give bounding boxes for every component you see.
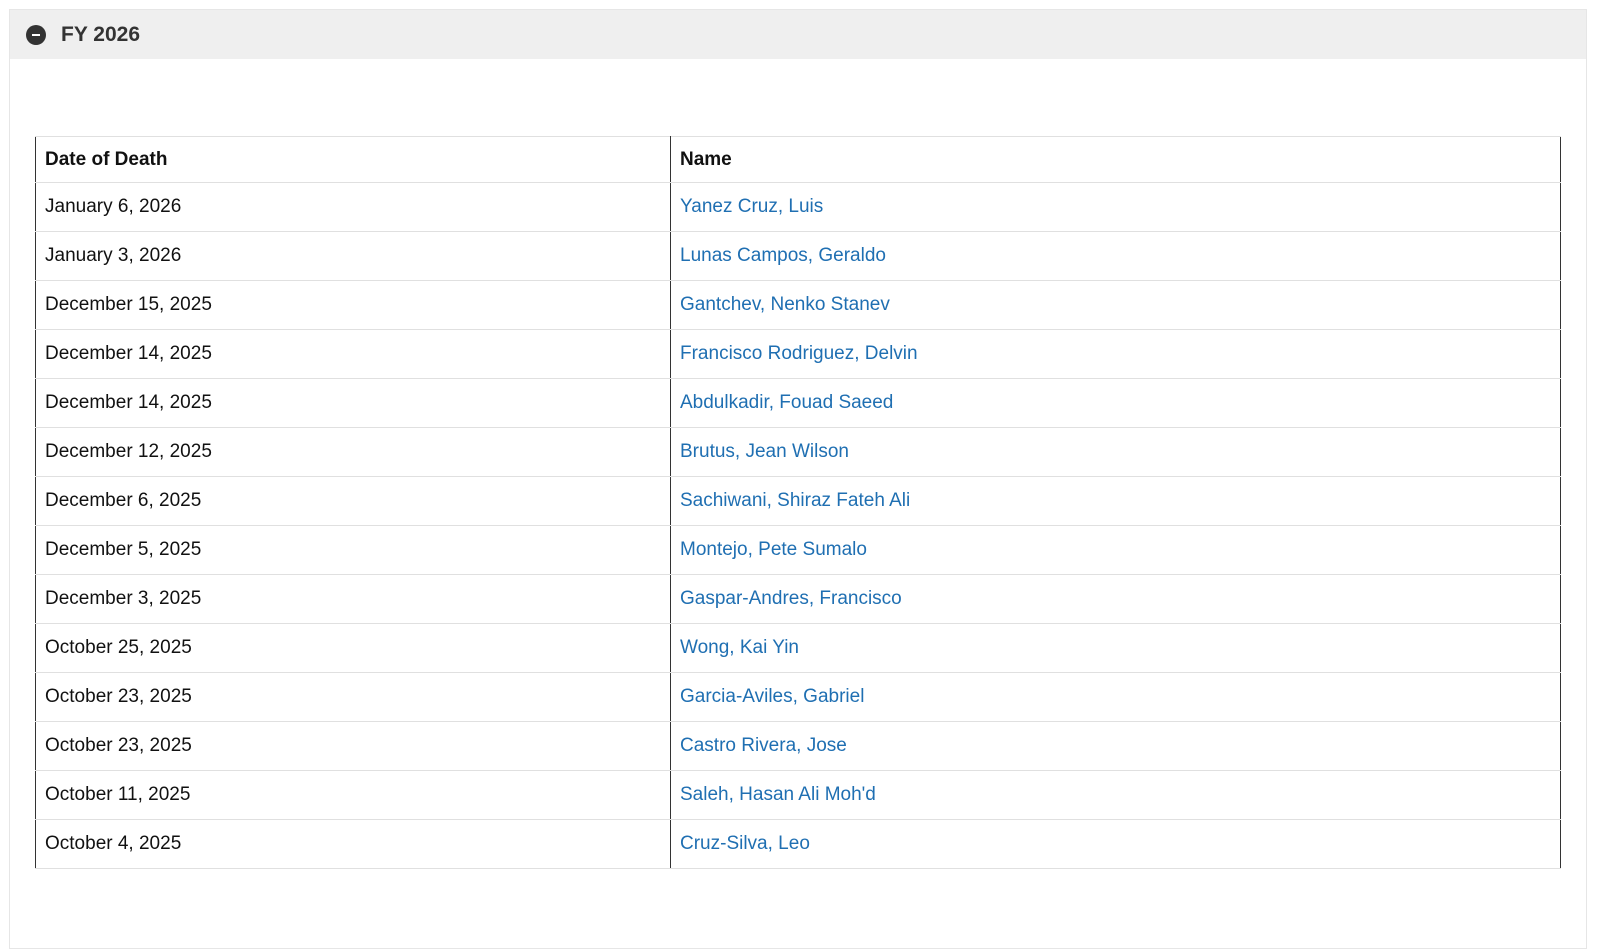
name-cell: Lunas Campos, Geraldo — [670, 231, 1561, 281]
column-header-date: Date of Death — [35, 136, 671, 183]
date-of-death-cell: October 23, 2025 — [35, 721, 671, 771]
table-row: October 4, 2025 Cruz-Silva, Leo — [35, 819, 1561, 869]
date-of-death-cell: December 14, 2025 — [35, 329, 671, 379]
date-of-death-cell: October 11, 2025 — [35, 770, 671, 820]
detainee-name-link[interactable]: Castro Rivera, Jose — [680, 735, 847, 756]
accordion-header-fy-2026[interactable]: FY 2026 — [10, 10, 1586, 59]
date-of-death-cell: October 4, 2025 — [35, 819, 671, 869]
name-cell: Wong, Kai Yin — [670, 623, 1561, 673]
date-of-death-cell: December 12, 2025 — [35, 427, 671, 477]
name-cell: Castro Rivera, Jose — [670, 721, 1561, 771]
table-row: October 23, 2025 Garcia-Aviles, Gabriel — [35, 672, 1561, 722]
detainee-name-link[interactable]: Abdulkadir, Fouad Saeed — [680, 392, 893, 413]
table-header-row: Date of Death Name — [35, 136, 1561, 183]
name-cell: Brutus, Jean Wilson — [670, 427, 1561, 477]
date-of-death-cell: January 3, 2026 — [35, 231, 671, 281]
deaths-table-wrapper: Date of Death Name January 6, 2026 Yanez … — [35, 136, 1561, 869]
deaths-table: Date of Death Name January 6, 2026 Yanez … — [35, 136, 1561, 869]
date-of-death-cell: December 6, 2025 — [35, 476, 671, 526]
name-cell: Sachiwani, Shiraz Fateh Ali — [670, 476, 1561, 526]
table-row: December 15, 2025 Gantchev, Nenko Stanev — [35, 280, 1561, 330]
table-row: October 11, 2025 Saleh, Hasan Ali Moh'd — [35, 770, 1561, 820]
table-row: December 5, 2025 Montejo, Pete Sumalo — [35, 525, 1561, 575]
name-cell: Yanez Cruz, Luis — [670, 182, 1561, 232]
name-cell: Gaspar-Andres, Francisco — [670, 574, 1561, 624]
table-row: December 14, 2025 Francisco Rodriguez, De… — [35, 329, 1561, 379]
detainee-name-link[interactable]: Sachiwani, Shiraz Fateh Ali — [680, 490, 910, 511]
accordion-title: FY 2026 — [61, 22, 141, 46]
date-of-death-cell: December 3, 2025 — [35, 574, 671, 624]
detainee-name-link[interactable]: Yanez Cruz, Luis — [680, 196, 823, 217]
detainee-name-link[interactable]: Saleh, Hasan Ali Moh'd — [680, 784, 876, 805]
detainee-name-link[interactable]: Garcia-Aviles, Gabriel — [680, 686, 864, 707]
date-of-death-cell: January 6, 2026 — [35, 182, 671, 232]
table-row: December 14, 2025 Abdulkadir, Fouad Saeed — [35, 378, 1561, 428]
date-of-death-cell: December 5, 2025 — [35, 525, 671, 575]
detainee-name-link[interactable]: Lunas Campos, Geraldo — [680, 245, 886, 266]
name-cell: Gantchev, Nenko Stanev — [670, 280, 1561, 330]
date-of-death-cell: December 14, 2025 — [35, 378, 671, 428]
detainee-name-link[interactable]: Cruz-Silva, Leo — [680, 833, 810, 854]
name-cell: Abdulkadir, Fouad Saeed — [670, 378, 1561, 428]
table-row: October 25, 2025 Wong, Kai Yin — [35, 623, 1561, 673]
date-of-death-cell: October 25, 2025 — [35, 623, 671, 673]
detainee-name-link[interactable]: Brutus, Jean Wilson — [680, 441, 849, 462]
table-row: December 12, 2025 Brutus, Jean Wilson — [35, 427, 1561, 477]
date-of-death-cell: December 15, 2025 — [35, 280, 671, 330]
detainee-name-link[interactable]: Wong, Kai Yin — [680, 637, 799, 658]
name-cell: Garcia-Aviles, Gabriel — [670, 672, 1561, 722]
table-row: January 6, 2026 Yanez Cruz, Luis — [35, 182, 1561, 232]
name-cell: Cruz-Silva, Leo — [670, 819, 1561, 869]
detainee-name-link[interactable]: Gaspar-Andres, Francisco — [680, 588, 902, 609]
table-row: December 6, 2025 Sachiwani, Shiraz Fateh … — [35, 476, 1561, 526]
detainee-name-link[interactable]: Gantchev, Nenko Stanev — [680, 294, 890, 315]
detainee-name-link[interactable]: Montejo, Pete Sumalo — [680, 539, 867, 560]
table-row: December 3, 2025 Gaspar-Andres, Francisco — [35, 574, 1561, 624]
name-cell: Francisco Rodriguez, Delvin — [670, 329, 1561, 379]
table-row: January 3, 2026 Lunas Campos, Geraldo — [35, 231, 1561, 281]
date-of-death-cell: October 23, 2025 — [35, 672, 671, 722]
detainee-name-link[interactable]: Francisco Rodriguez, Delvin — [680, 343, 918, 364]
column-header-name: Name — [670, 136, 1561, 183]
minus-circle-icon[interactable] — [26, 24, 46, 45]
table-row: October 23, 2025 Castro Rivera, Jose — [35, 721, 1561, 771]
accordion-panel: FY 2026 Date of Death Name January 6, 20… — [9, 9, 1587, 949]
name-cell: Saleh, Hasan Ali Moh'd — [670, 770, 1561, 820]
name-cell: Montejo, Pete Sumalo — [670, 525, 1561, 575]
